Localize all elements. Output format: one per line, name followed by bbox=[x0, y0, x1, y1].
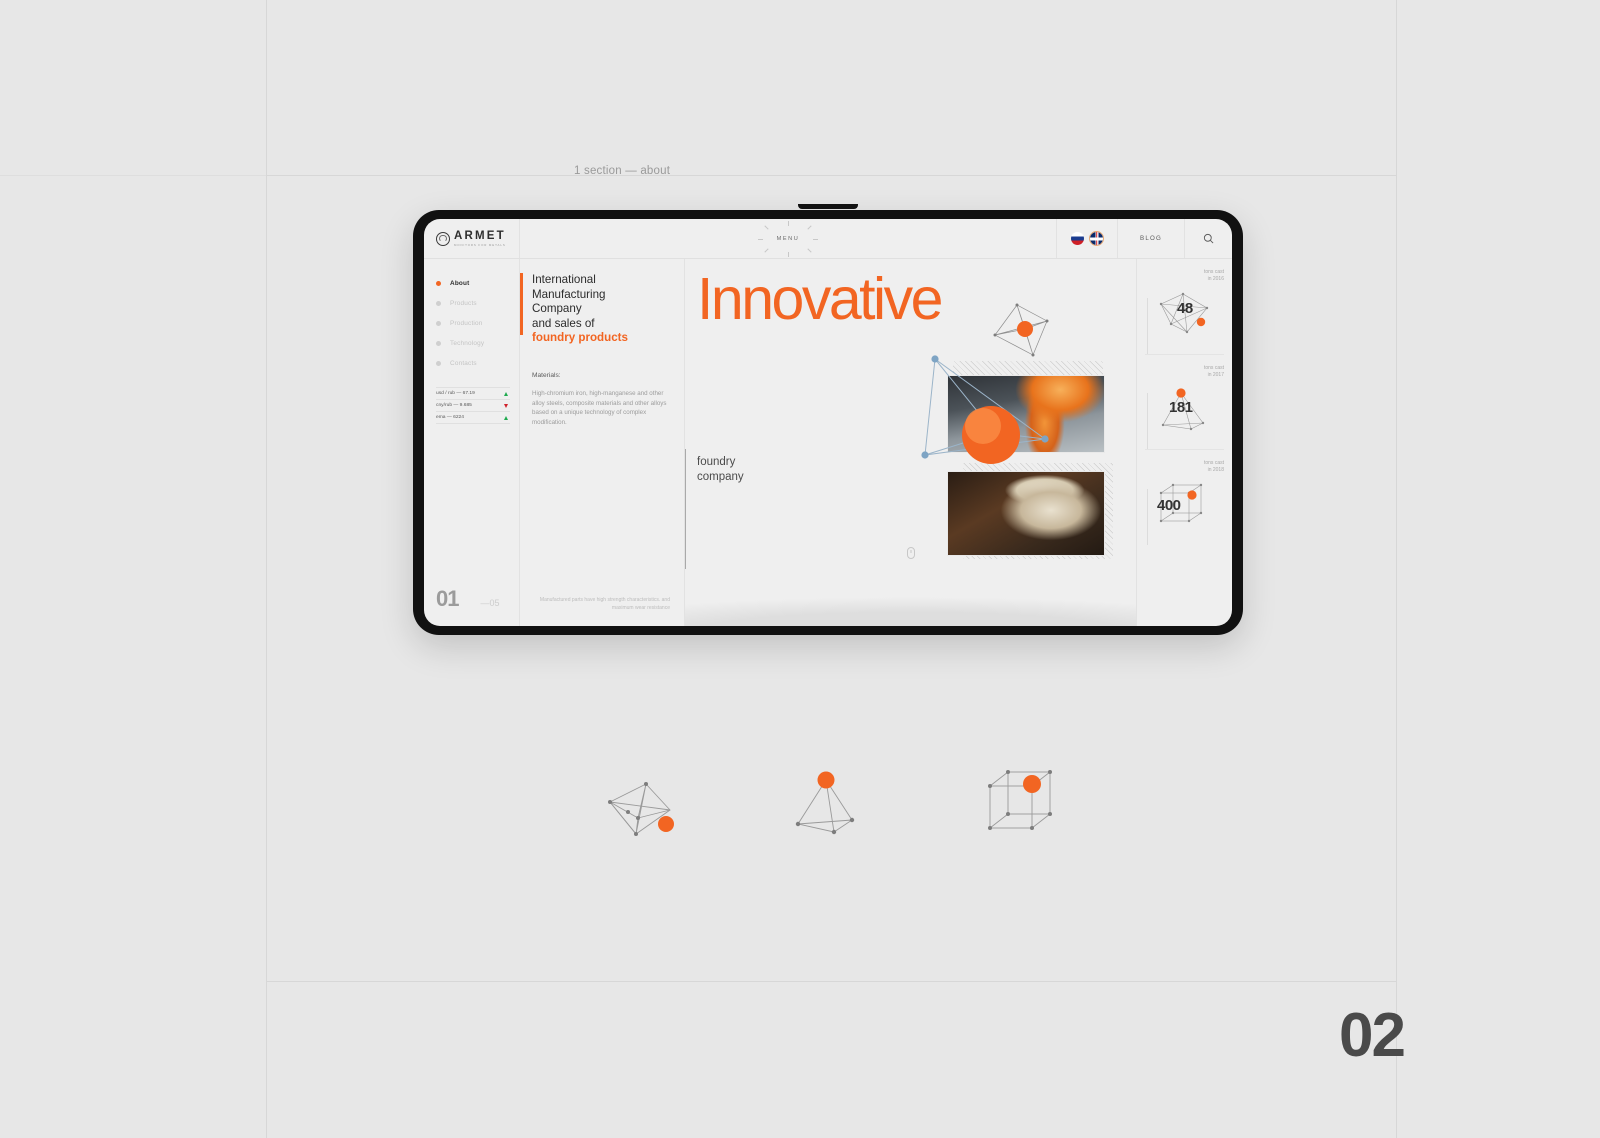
flag-en-icon[interactable] bbox=[1089, 231, 1104, 246]
stat-value: 48 bbox=[1177, 299, 1193, 317]
sidebar-item-label: Production bbox=[450, 319, 483, 327]
hero-subtitle-line-2: company bbox=[697, 470, 744, 483]
stat-card: tons cast in 2017 181 bbox=[1145, 355, 1224, 450]
orange-sphere-small bbox=[1017, 321, 1033, 337]
wireframe-polyhedron bbox=[608, 782, 674, 836]
headline-line-1: International bbox=[532, 273, 596, 286]
menu-area: MENU bbox=[520, 220, 1056, 257]
search-button[interactable] bbox=[1184, 219, 1232, 258]
sidebar-nav: About Products Production Technology Con… bbox=[424, 259, 520, 626]
stat-caption-line-2: in 2017 bbox=[1207, 371, 1224, 378]
intro-headline: International Manufacturing Company and … bbox=[532, 273, 670, 346]
hero-subtitle: foundry company bbox=[697, 455, 744, 485]
sidebar-item-label: About bbox=[450, 279, 470, 287]
slide-section-label: 1 section — about bbox=[574, 165, 671, 177]
stat-card: tons cast in 2018 400 bbox=[1145, 450, 1224, 545]
search-icon bbox=[1203, 233, 1214, 244]
menu-label: MENU bbox=[776, 235, 800, 242]
headline-line-4: and sales of bbox=[532, 316, 595, 330]
guide-line-right bbox=[1396, 0, 1397, 1138]
logo[interactable]: ARMET MONITORS FOR METALS bbox=[424, 219, 520, 258]
sidebar-item-production[interactable]: Production bbox=[436, 313, 519, 333]
hero-subtitle-line-1: foundry bbox=[697, 456, 736, 468]
nav-dot-icon bbox=[436, 360, 441, 366]
site-body: About Products Production Technology Con… bbox=[424, 259, 1232, 626]
stat-caption: tons cast in 2017 bbox=[1145, 365, 1224, 380]
stat-caption-line-1: tons cast bbox=[1203, 460, 1224, 466]
wireframe-pyramid bbox=[795, 771, 855, 835]
hero-title: Innovative bbox=[697, 266, 943, 332]
guide-line-top bbox=[266, 175, 1396, 176]
sidebar-item-contacts[interactable]: Contacts bbox=[436, 353, 519, 373]
hero-divider bbox=[685, 449, 686, 569]
accent-bar bbox=[520, 273, 523, 335]
stat-caption: tons cast in 2016 bbox=[1145, 269, 1224, 284]
section-current: 01 bbox=[436, 586, 460, 611]
site-header: ARMET MONITORS FOR METALS MENU BLOG bbox=[424, 219, 1232, 259]
stat-value: 400 bbox=[1157, 496, 1181, 514]
headline-line-3: Company bbox=[532, 302, 582, 316]
stat-caption-line-2: in 2018 bbox=[1207, 467, 1224, 474]
headline-line-5: foundry products bbox=[532, 331, 628, 345]
nav-dot-icon bbox=[436, 280, 441, 286]
stats-column: tons cast in 2016 48 tons cast in 2017 1… bbox=[1136, 259, 1232, 626]
nav-dot-icon bbox=[436, 300, 441, 306]
laptop-device-frame: ARMET MONITORS FOR METALS MENU BLOG Abou… bbox=[413, 204, 1243, 635]
sidebar-item-technology[interactable]: Technology bbox=[436, 333, 519, 353]
rate-label: cny/rub — 9.685 bbox=[436, 403, 472, 408]
sidebar-item-label: Technology bbox=[450, 339, 485, 347]
language-switcher[interactable] bbox=[1056, 219, 1117, 258]
blog-label: BLOG bbox=[1140, 235, 1162, 242]
sidebar-item-products[interactable]: Products bbox=[436, 293, 519, 313]
device-notch bbox=[798, 204, 858, 209]
rate-row: ema — 6224 bbox=[436, 412, 510, 424]
hero-wireframe-large bbox=[921, 355, 1049, 464]
headline-line-2: Manufacturing bbox=[532, 287, 606, 301]
intro-footnote: Manufactured parts have high strength ch… bbox=[539, 597, 670, 611]
sidebar-item-about[interactable]: About bbox=[436, 273, 519, 293]
guide-line-bottom bbox=[266, 981, 1396, 982]
website-screen: ARMET MONITORS FOR METALS MENU BLOG Abou… bbox=[424, 219, 1232, 626]
guide-line-left bbox=[266, 0, 267, 1138]
rate-row: usd / rub — 67.19 bbox=[436, 388, 510, 400]
rate-row: cny/rub — 9.685 bbox=[436, 400, 510, 412]
menu-button[interactable]: MENU bbox=[757, 220, 819, 257]
nav-dot-icon bbox=[436, 320, 441, 326]
stat-value: 181 bbox=[1169, 399, 1193, 416]
rate-label: usd / rub — 67.19 bbox=[436, 391, 475, 396]
section-counter: 01 —05 bbox=[436, 586, 519, 626]
wireframe-cube bbox=[988, 770, 1052, 830]
currency-rates-widget: usd / rub — 67.19 cny/rub — 9.685 ema — … bbox=[436, 387, 510, 424]
flag-ru-icon[interactable] bbox=[1071, 232, 1084, 245]
stat-caption: tons cast in 2018 bbox=[1145, 460, 1224, 475]
trend-down-icon bbox=[504, 403, 508, 408]
rate-label: ema — 6224 bbox=[436, 415, 465, 420]
stat-caption-line-1: tons cast bbox=[1203, 364, 1224, 371]
hero-area: Innovative foundry company bbox=[685, 259, 1136, 626]
trend-up-icon bbox=[504, 415, 508, 420]
slide-page-number: 02 bbox=[1339, 1001, 1406, 1070]
materials-title: Materials: bbox=[532, 371, 561, 379]
section-total: —05 bbox=[480, 598, 500, 608]
guide-line-top-left bbox=[0, 175, 266, 176]
ring-logo-icon bbox=[436, 231, 450, 246]
logo-tagline: MONITORS FOR METALS bbox=[454, 242, 506, 247]
hero-wave-decoration bbox=[685, 592, 1136, 626]
logo-name: ARMET bbox=[454, 229, 506, 242]
sidebar-item-label: Contacts bbox=[450, 359, 477, 367]
intro-column: International Manufacturing Company and … bbox=[520, 259, 685, 626]
materials-body: High-chromium iron, high-manganese and o… bbox=[532, 389, 667, 426]
blog-link[interactable]: BLOG bbox=[1117, 219, 1184, 258]
stat-caption-line-1: tons cast bbox=[1203, 269, 1224, 275]
trend-up-icon bbox=[504, 391, 508, 396]
stat-card: tons cast in 2016 48 bbox=[1145, 259, 1224, 355]
sidebar-item-label: Products bbox=[450, 299, 477, 307]
nav-dot-icon bbox=[436, 340, 441, 346]
header-right-group: BLOG bbox=[1056, 219, 1232, 258]
mouse-scroll-icon bbox=[906, 547, 915, 559]
stat-caption-line-2: in 2016 bbox=[1207, 276, 1224, 283]
